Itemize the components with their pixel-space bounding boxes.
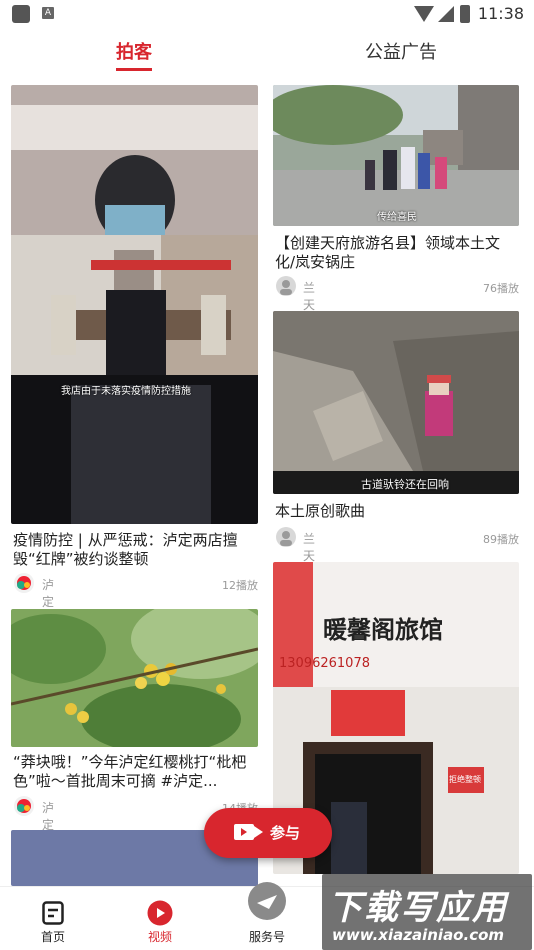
status-time: 11:38 (477, 4, 524, 23)
service-logo-icon (248, 882, 286, 920)
notification-icon (12, 5, 30, 23)
author-logo-icon (17, 799, 31, 813)
video-title: 本土原创歌曲 (275, 502, 366, 520)
notice-sign-text: 拒绝整顿 (449, 775, 481, 784)
app-notification-icon: A (42, 7, 54, 19)
video-thumbnail[interactable]: 传给喜民 (273, 85, 519, 226)
view-count: 89播放 (483, 533, 519, 546)
tab-paike[interactable]: 拍客 (116, 38, 152, 64)
video-camera-icon (234, 824, 263, 840)
nav-video[interactable]: 视频 (125, 887, 195, 950)
user-avatar-icon (280, 280, 292, 295)
home-doc-icon (42, 901, 64, 925)
participate-label: 参与 (270, 824, 301, 842)
tab-public-ads[interactable]: 公益广告 (365, 38, 437, 64)
watermark: 下载写应用 www.xiazainiao.com (322, 874, 532, 950)
active-tab-indicator (116, 68, 152, 71)
hotel-sign-text: 暖馨阁旅馆 (323, 616, 443, 644)
thumbnail-image (11, 85, 258, 524)
video-play-icon (147, 900, 173, 926)
video-caption: 我店由于未落实疫情防控措施 (61, 386, 191, 397)
status-bar: A 11:38 (0, 0, 534, 28)
video-caption: 传给喜民 (377, 212, 417, 223)
author-name: 兰天 (303, 281, 316, 312)
user-avatar-icon (280, 531, 292, 546)
thumbnail-image (273, 311, 519, 494)
author-avatar (276, 276, 296, 296)
video-title: “莽块哦！”今年泸定红樱桃打“枇杷色”啦～首批周末可摘 #泸定... (13, 753, 247, 790)
watermark-title: 下载写应用 (328, 888, 508, 928)
battery-icon (460, 5, 470, 23)
hotel-sign-phone: 13096261078 (279, 656, 370, 671)
signal-icon (438, 6, 454, 22)
top-tabs: 拍客 公益广告 (0, 38, 534, 78)
view-count: 12播放 (222, 579, 258, 592)
thumbnail-image (11, 609, 258, 747)
nav-service[interactable]: 服务号 (232, 882, 302, 950)
nav-home-label: 首页 (40, 930, 65, 944)
participate-button[interactable]: 参与 (204, 808, 332, 858)
video-title: 【创建天府旅游名县】领域本土文化/岚安锅庄 (275, 234, 501, 271)
author-avatar (14, 573, 34, 593)
thumbnail-image (273, 85, 519, 226)
author-avatar (276, 527, 296, 547)
nav-home[interactable]: 首页 (18, 887, 88, 950)
video-caption: 古道驮铃还在回响 (361, 478, 449, 491)
video-title: 疫情防控 | 从严惩戒：泸定两店擅毁“红牌”被约谈整顿 (13, 531, 238, 568)
watermark-url: www.xiazainiao.com (332, 926, 505, 944)
author-avatar (14, 796, 34, 816)
view-count: 76播放 (483, 282, 519, 295)
author-logo-icon (17, 576, 31, 590)
nav-service-label: 服务号 (248, 930, 285, 944)
video-thumbnail[interactable]: 古道驮铃还在回响 (273, 311, 519, 494)
video-thumbnail[interactable]: 我店由于未落实疫情防控措施 (11, 85, 258, 524)
author-name: 兰天 (303, 532, 316, 563)
wifi-icon (414, 6, 434, 22)
nav-video-label: 视频 (147, 930, 172, 944)
video-thumbnail[interactable] (11, 609, 258, 747)
